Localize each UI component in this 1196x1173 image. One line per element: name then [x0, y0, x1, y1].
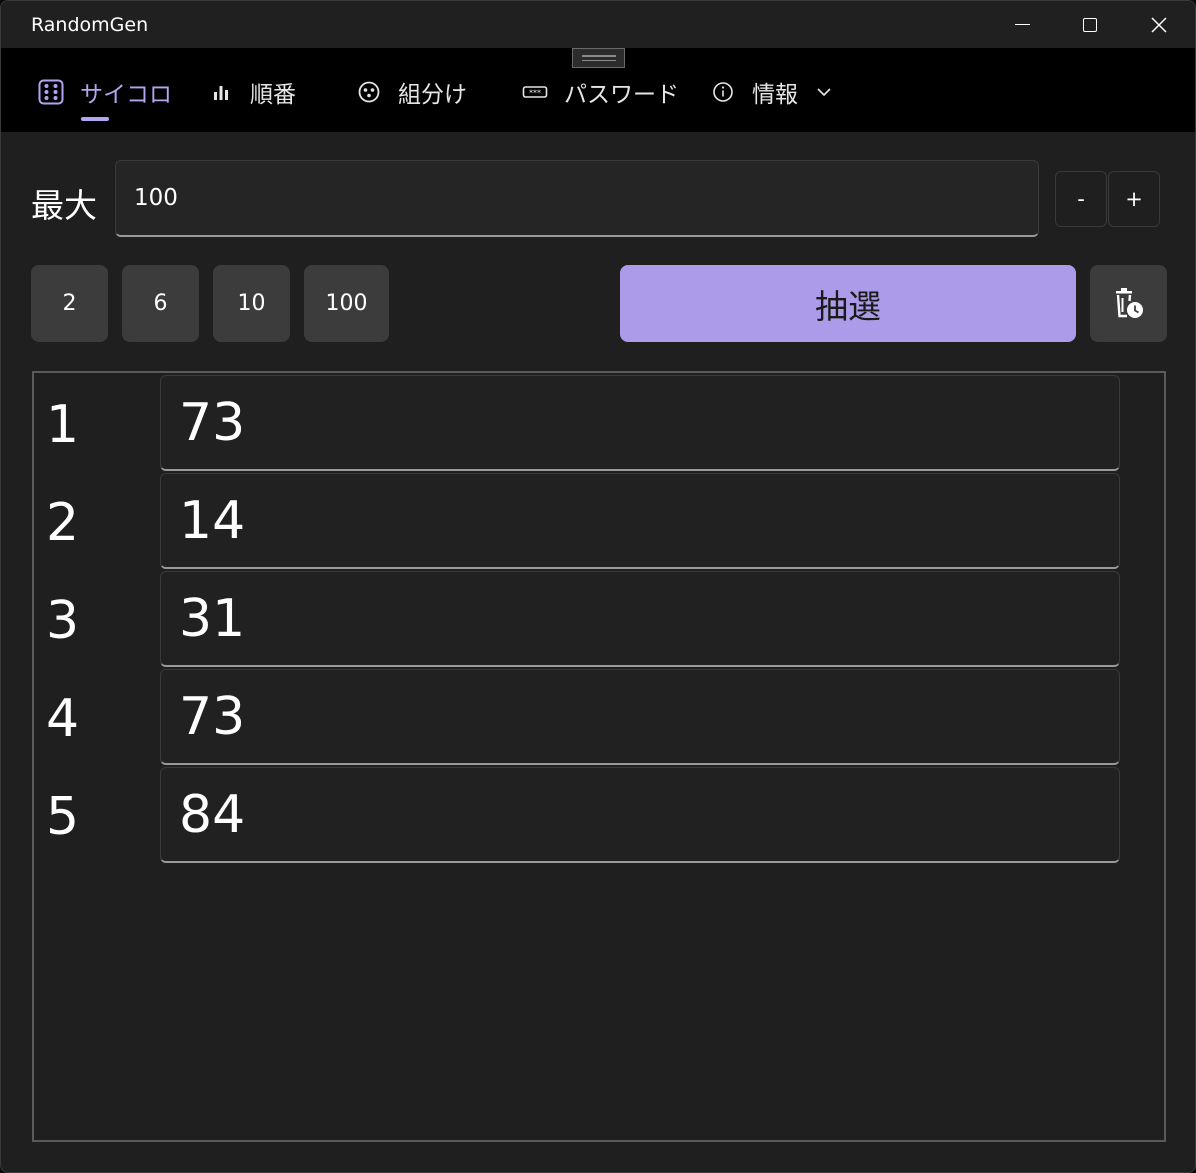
result-index: 4	[46, 689, 80, 749]
tab-order[interactable]: 順番	[208, 72, 296, 112]
result-index: 3	[46, 591, 80, 651]
chevron-down-icon[interactable]	[816, 84, 832, 100]
maximize-button[interactable]	[1056, 1, 1124, 48]
clear-history-button[interactable]	[1090, 265, 1167, 342]
max-value-input[interactable]	[115, 160, 1039, 237]
app-window: RandomGen サイコロ 順番 組分け *** パスワード 情報 最大 10…	[0, 0, 1196, 1173]
group-icon	[356, 79, 382, 105]
maximize-icon	[1083, 17, 1097, 32]
tab-order-label: 順番	[250, 82, 296, 108]
preset-button-10[interactable]: 10	[213, 265, 290, 342]
decrement-button[interactable]: -	[1055, 171, 1107, 227]
result-value[interactable]: 73	[160, 669, 1120, 765]
tab-info[interactable]: 情報	[710, 72, 832, 112]
tab-dice[interactable]: サイコロ	[38, 72, 172, 112]
bar-chart-icon	[208, 79, 234, 105]
close-button[interactable]	[1125, 1, 1193, 48]
result-index: 5	[46, 787, 80, 847]
password-icon: ***	[522, 79, 548, 105]
navigation-bar: サイコロ 順番 組分け *** パスワード 情報	[1, 48, 1195, 132]
app-title: RandomGen	[31, 14, 149, 36]
title-bar[interactable]: RandomGen	[1, 1, 1195, 48]
delete-history-icon	[1115, 287, 1143, 318]
drag-handle[interactable]	[572, 48, 625, 68]
result-value[interactable]: 14	[160, 473, 1120, 569]
minimize-button[interactable]	[988, 1, 1056, 48]
dice-icon	[38, 79, 64, 105]
draw-button[interactable]: 抽選	[620, 265, 1076, 342]
info-icon	[710, 79, 736, 105]
tab-grouping[interactable]: 組分け	[356, 72, 467, 112]
result-index: 1	[46, 395, 80, 455]
tab-grouping-label: 組分け	[398, 82, 467, 108]
minimize-icon	[1014, 24, 1030, 25]
tab-password-label: パスワード	[564, 82, 679, 108]
increment-button[interactable]: +	[1108, 171, 1160, 227]
active-tab-indicator	[81, 117, 109, 121]
results-list[interactable]: 1 73 2 14 3 31 4 73 5 84	[32, 371, 1166, 1142]
preset-button-2[interactable]: 2	[31, 265, 108, 342]
close-icon	[1151, 16, 1167, 33]
tab-info-label: 情報	[752, 82, 798, 108]
result-value[interactable]: 73	[160, 375, 1120, 471]
preset-button-6[interactable]: 6	[122, 265, 199, 342]
tab-password[interactable]: *** パスワード	[522, 72, 679, 112]
result-index: 2	[46, 493, 80, 553]
tab-dice-label: サイコロ	[80, 82, 172, 108]
result-value[interactable]: 84	[160, 767, 1120, 863]
max-label: 最大	[31, 186, 97, 225]
svg-text:***: ***	[529, 89, 541, 98]
preset-button-100[interactable]: 100	[304, 265, 389, 342]
result-value[interactable]: 31	[160, 571, 1120, 667]
